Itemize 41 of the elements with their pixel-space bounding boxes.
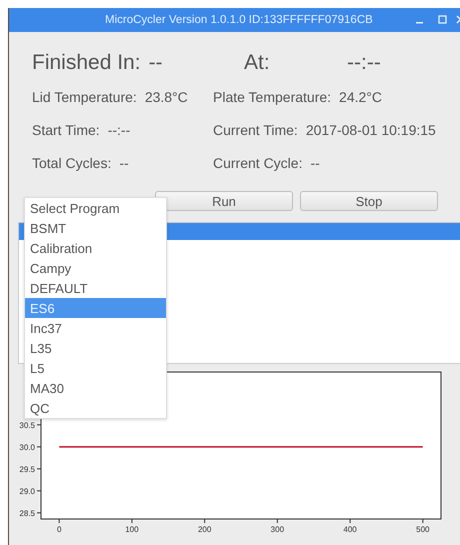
readout-label: Lid Temperature:: [32, 88, 137, 104]
menu-item[interactable]: Campy: [25, 258, 166, 278]
y-tick-label: 28.5: [19, 508, 35, 518]
action-button[interactable]: Run: [155, 191, 293, 211]
close-icon[interactable]: [456, 15, 460, 24]
y-tick-label: 30.5: [19, 420, 35, 430]
finished-in-label: Finished In:: [32, 51, 141, 74]
at-label: At:: [244, 51, 271, 75]
window-title: MicroCycler Version 1.0.1.0 ID:133FFFFFF07916CB: [105, 14, 373, 26]
x-tick-label: 100: [125, 525, 139, 534]
finished-in-value: --: [148, 51, 163, 74]
maximize-icon[interactable]: [438, 15, 447, 24]
readout-label: Current Cycle:: [213, 154, 302, 170]
readout-label: Start Time:: [32, 122, 100, 138]
readout-label: Total Cycles:: [32, 154, 112, 170]
y-tick-label: 29.5: [19, 464, 35, 474]
readout-label: Current Time:: [213, 122, 298, 138]
menu-item[interactable]: L35: [25, 338, 166, 358]
readout-value: 23.8°C: [144, 88, 188, 104]
y-tick-label: 29.0: [19, 486, 35, 496]
menu-item[interactable]: DEFAULT: [25, 278, 166, 298]
readout-value: --:--: [108, 122, 130, 138]
x-tick-label: 200: [198, 525, 212, 534]
menu-item[interactable]: BSMT: [25, 218, 166, 238]
menu-item[interactable]: QC: [25, 398, 166, 418]
action-button[interactable]: Stop: [300, 191, 438, 211]
menu-item[interactable]: Inc37: [25, 318, 166, 338]
x-tick-label: 400: [343, 525, 357, 534]
y-tick-label: 30.0: [19, 442, 35, 452]
readout-value: --: [119, 154, 129, 170]
readout-label: Plate Temperature:: [213, 88, 332, 104]
menu-item[interactable]: MA30: [25, 378, 166, 398]
x-tick-label: 0: [56, 525, 62, 534]
readout-value: 2017-08-01 10:19:15: [306, 122, 436, 138]
at-value: --:--: [347, 51, 382, 75]
readout-value: --: [310, 154, 320, 170]
menu-item[interactable]: Calibration: [25, 238, 166, 258]
x-tick-label: 300: [270, 525, 284, 534]
x-tick-label: 500: [416, 525, 430, 534]
readout-value: 24.2°C: [339, 88, 382, 104]
menu-item[interactable]: L5: [25, 358, 166, 378]
